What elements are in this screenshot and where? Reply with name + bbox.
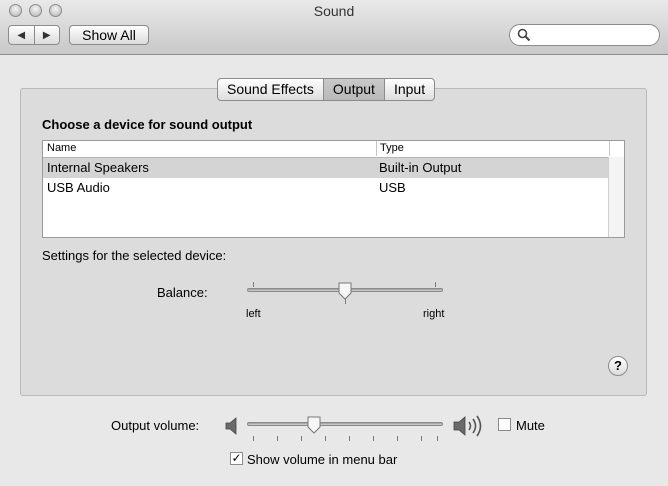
table-header: Name Type [43,141,624,158]
tab-bar: Sound Effects Output Input [217,78,436,101]
window-titlebar: Sound ◀ ▶ Show All [0,0,668,55]
settings-label: Settings for the selected device: [42,248,227,263]
checkmark-icon: ✓ [231,451,242,465]
window-title: Sound [313,3,355,19]
back-arrow-icon: ◀ [17,29,26,41]
volume-slider-knob[interactable] [307,416,321,434]
table-row[interactable]: Internal Speakers Built-in Output [43,158,610,178]
search-field[interactable] [509,24,660,46]
tab-sound-effects[interactable]: Sound Effects [218,79,324,100]
balance-right-label: right [423,308,445,320]
show-volume-menubar-checkbox[interactable]: ✓ [230,452,243,465]
forward-arrow-icon: ▶ [42,29,51,41]
forward-button[interactable]: ▶ [35,26,60,44]
output-panel [20,88,647,396]
tab-output[interactable]: Output [323,79,385,100]
column-header-name[interactable]: Name [47,142,76,154]
device-name: USB Audio [47,180,110,195]
mute-label: Mute [516,418,545,433]
mute-checkbox[interactable] [498,418,511,431]
tab-input[interactable]: Input [385,79,434,100]
speaker-high-icon[interactable] [453,414,483,438]
volume-slider-track[interactable] [247,422,443,426]
device-type: Built-in Output [379,160,462,175]
device-table[interactable]: Name Type Internal Speakers Built-in Out… [42,140,625,238]
output-volume-label: Output volume: [111,418,200,433]
device-section-heading: Choose a device for sound output [42,117,253,132]
table-scrollbar[interactable] [608,157,624,237]
navigation-buttons: ◀ ▶ [8,25,60,45]
search-icon [517,28,531,42]
column-header-type[interactable]: Type [380,142,404,154]
balance-slider-knob[interactable] [338,282,352,300]
device-name: Internal Speakers [47,160,149,175]
device-type: USB [379,180,406,195]
show-volume-menubar-label: Show volume in menu bar [247,452,398,467]
balance-label: Balance: [157,285,208,300]
balance-left-label: left [246,308,261,320]
speaker-low-icon[interactable] [225,416,241,436]
help-button[interactable]: ? [608,356,628,376]
show-all-button[interactable]: Show All [69,25,149,45]
table-row[interactable]: USB Audio USB [43,178,610,198]
back-button[interactable]: ◀ [9,26,35,44]
